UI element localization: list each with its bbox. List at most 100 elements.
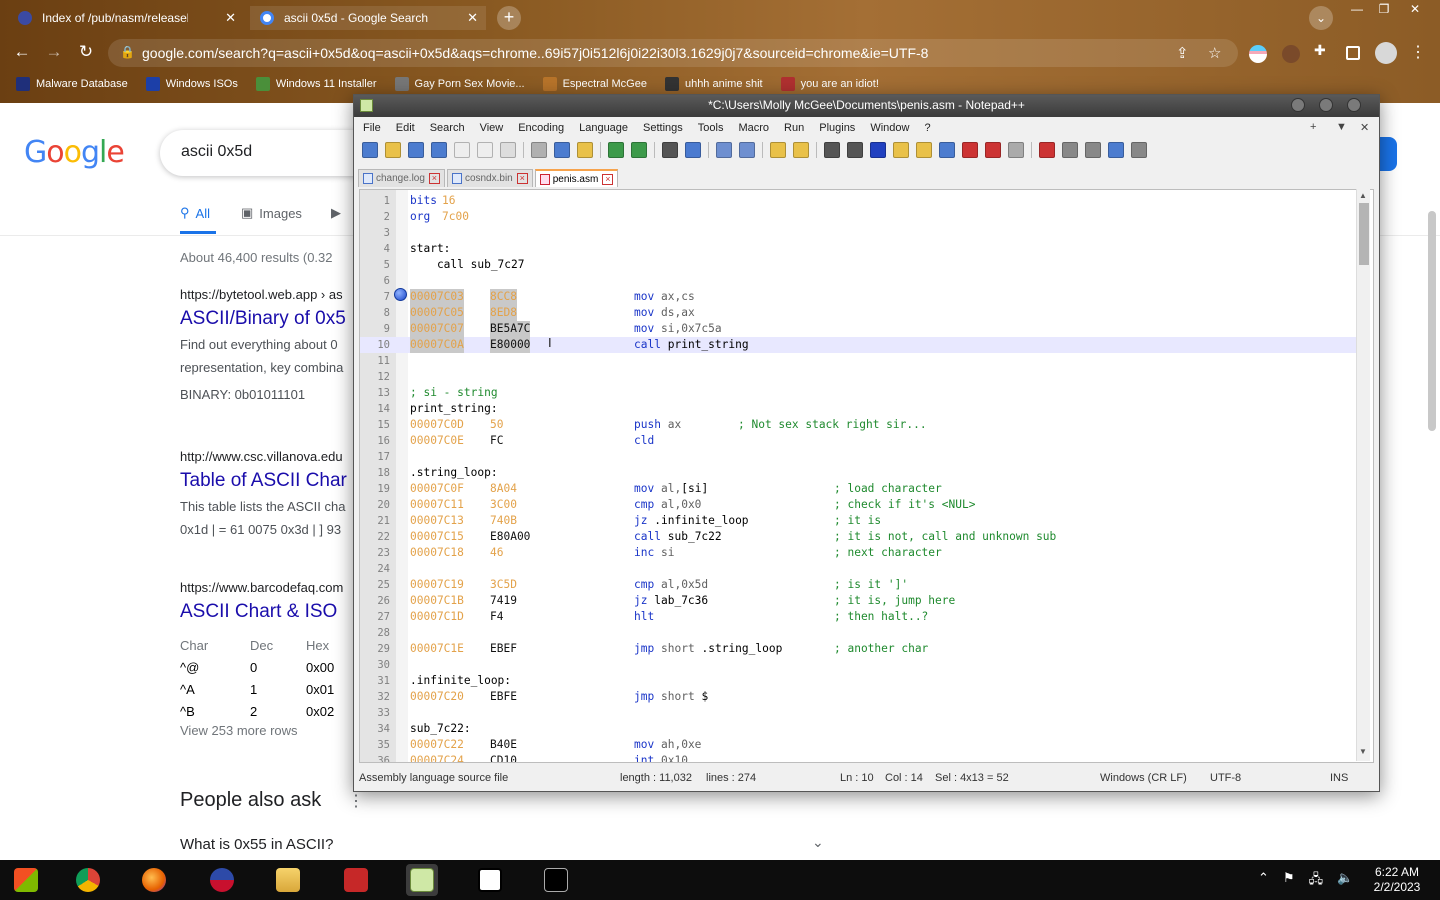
bookmark-movie[interactable]: Gay Porn Sex Movie... xyxy=(394,77,525,91)
npp-menu-item[interactable]: Window xyxy=(870,122,909,134)
tab-images[interactable]: ▣ Images xyxy=(241,205,302,221)
taskbar-firefox[interactable] xyxy=(138,864,170,896)
profile-avatar[interactable] xyxy=(1375,42,1397,64)
npp-menu-item[interactable]: View xyxy=(480,122,504,134)
toolbar-button-icon[interactable] xyxy=(662,142,678,158)
npp-menu-item[interactable]: Encoding xyxy=(518,122,564,134)
toolbar-button-icon[interactable] xyxy=(824,142,840,158)
taskbar-7zip[interactable] xyxy=(474,864,506,896)
bookmark-windows-11-installer[interactable]: Windows 11 Installer xyxy=(255,77,377,91)
toolbar-button-icon[interactable] xyxy=(500,142,516,158)
result-title-link[interactable]: ASCII Chart & ISO xyxy=(180,601,360,623)
close-window-icon[interactable] xyxy=(1347,98,1361,112)
toolbar-button-icon[interactable] xyxy=(554,142,570,158)
toolbar-button-icon[interactable] xyxy=(431,142,447,158)
toolbar-button-icon[interactable] xyxy=(847,142,863,158)
reload-icon[interactable]: ↻ xyxy=(74,41,98,65)
toolbar-button-icon[interactable] xyxy=(939,142,955,158)
start-button[interactable] xyxy=(10,864,42,896)
close-icon[interactable]: × xyxy=(516,173,528,184)
tray-overflow-icon[interactable]: ⌃ xyxy=(1258,870,1269,892)
toolbar-button-icon[interactable] xyxy=(408,142,424,158)
close-icon[interactable]: ✕ xyxy=(467,10,478,26)
paa-question[interactable]: What is 0x55 in ASCII? xyxy=(180,836,333,853)
tab-nasm-index[interactable]: Index of /pub/nasm/releasebuild ✕ xyxy=(8,6,244,30)
tab-all[interactable]: ⚲ All xyxy=(180,205,210,221)
npp-menu-item[interactable]: File xyxy=(363,122,381,134)
npp-menu-item[interactable]: Tools xyxy=(698,122,724,134)
tab-penis-asm[interactable]: penis.asm × xyxy=(534,169,619,187)
npp-menu-item[interactable]: Settings xyxy=(643,122,683,134)
new-tab-button[interactable]: + xyxy=(497,6,521,30)
npp-menu-item[interactable]: Search xyxy=(430,122,465,134)
toolbar-button-icon[interactable] xyxy=(531,142,547,158)
npp-menu-item[interactable]: Macro xyxy=(738,122,769,134)
result-cite[interactable]: https://www.barcodefaq.com xyxy=(180,580,360,595)
toolbar-button-icon[interactable] xyxy=(716,142,732,158)
menu-kebab-icon[interactable]: ⋮ xyxy=(1410,42,1426,62)
maximize-icon[interactable] xyxy=(1319,98,1333,112)
restore-icon[interactable]: ❐ xyxy=(1372,2,1396,18)
result-cite[interactable]: https://bytetool.web.app › as xyxy=(180,287,360,302)
result-cite[interactable]: http://www.csc.villanova.edu xyxy=(180,449,360,464)
toolbar-button-icon[interactable] xyxy=(577,142,593,158)
tab-cosndx-bin[interactable]: cosndx.bin × xyxy=(446,169,533,187)
forward-arrow-icon[interactable]: → xyxy=(42,41,66,65)
close-icon[interactable]: ✕ xyxy=(225,10,236,26)
toolbar-button-icon[interactable] xyxy=(793,142,809,158)
extension-avatar-icon[interactable] xyxy=(1282,45,1300,63)
network-icon[interactable]: 🖧 xyxy=(1309,870,1324,892)
bookmark-anime[interactable]: uhhh anime shit xyxy=(664,77,763,91)
extension-flag-icon[interactable] xyxy=(1249,45,1267,63)
close-doc-icon[interactable]: ✕ xyxy=(1360,121,1369,134)
scroll-up-icon[interactable]: ▲ xyxy=(1359,191,1367,200)
toolbar-button-icon[interactable] xyxy=(1039,142,1055,158)
taskbar-clock[interactable]: 6:22 AM 2/2/2023 xyxy=(1360,865,1434,895)
add-tab-icon[interactable]: + xyxy=(1310,121,1316,133)
toolbar-button-icon[interactable] xyxy=(1131,142,1147,158)
taskbar-opera[interactable] xyxy=(206,864,238,896)
toolbar-button-icon[interactable] xyxy=(1062,142,1078,158)
taskbar-file-explorer[interactable] xyxy=(272,864,304,896)
toolbar-button-icon[interactable] xyxy=(454,142,470,158)
more-options-icon[interactable]: ⋮ xyxy=(348,791,364,811)
toolbar-button-icon[interactable] xyxy=(739,142,755,158)
address-bar[interactable]: 🔒 google.com/search?q=ascii+0x5d&oq=asci… xyxy=(108,39,1238,67)
result-title-link[interactable]: Table of ASCII Char xyxy=(180,470,360,492)
toolbar-button-icon[interactable] xyxy=(770,142,786,158)
toolbar-button-icon[interactable] xyxy=(962,142,978,158)
chevron-down-icon[interactable]: ⌄ xyxy=(812,834,824,851)
volume-icon[interactable]: 🔈 xyxy=(1337,870,1353,892)
toolbar-button-icon[interactable] xyxy=(385,142,401,158)
toolbar-button-icon[interactable] xyxy=(1108,142,1124,158)
minimize-icon[interactable] xyxy=(1291,98,1305,112)
side-panel-icon[interactable] xyxy=(1346,46,1360,60)
bookmark-idiot[interactable]: you are an idiot! xyxy=(780,77,879,91)
bookmark-malware-database[interactable]: Malware Database xyxy=(16,77,128,91)
npp-menu-item[interactable]: Language xyxy=(579,122,628,134)
close-window-icon[interactable]: ✕ xyxy=(1403,2,1427,18)
more-rows-link[interactable]: View 253 more rows xyxy=(180,723,298,738)
bookmark-espectral-mcgee[interactable]: Espectral McGee xyxy=(542,77,647,91)
toolbar-button-icon[interactable] xyxy=(985,142,1001,158)
taskbar-notepadpp[interactable] xyxy=(406,864,438,896)
npp-menu-item[interactable]: Plugins xyxy=(819,122,855,134)
tab-search-button[interactable]: ⌄ xyxy=(1309,6,1333,30)
close-icon[interactable]: × xyxy=(428,173,440,184)
npp-menu-item[interactable]: Edit xyxy=(396,122,415,134)
taskbar-dev-cpp[interactable] xyxy=(340,864,372,896)
bookmark-star-icon[interactable]: ☆ xyxy=(1208,44,1221,62)
close-icon[interactable]: × xyxy=(602,173,614,185)
toolbar-button-icon[interactable] xyxy=(893,142,909,158)
tab-google-search[interactable]: ascii 0x5d - Google Search ✕ xyxy=(250,6,486,30)
tab-videos-icon[interactable]: ▶ xyxy=(331,205,341,221)
scroll-down-icon[interactable]: ▼ xyxy=(1359,747,1367,756)
npp-title-bar[interactable]: *C:\Users\Molly McGee\Documents\penis.as… xyxy=(354,95,1379,117)
share-icon[interactable]: ⇪ xyxy=(1176,44,1189,62)
minimize-icon[interactable]: — xyxy=(1345,2,1369,18)
toolbar-button-icon[interactable] xyxy=(916,142,932,158)
flag-icon[interactable]: ⚑ xyxy=(1283,870,1295,892)
toolbar-button-icon[interactable] xyxy=(477,142,493,158)
extensions-puzzle-icon[interactable]: ✚ xyxy=(1314,42,1332,60)
toolbar-button-icon[interactable] xyxy=(1085,142,1101,158)
